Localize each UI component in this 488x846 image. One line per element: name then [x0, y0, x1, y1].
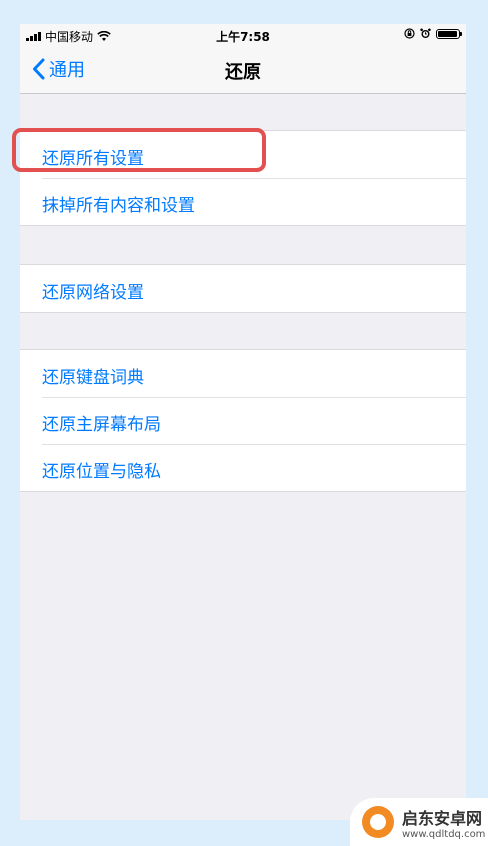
orientation-lock-icon — [404, 28, 415, 39]
status-time: 上午7:58 — [216, 30, 270, 44]
status-right — [404, 28, 462, 39]
phone-screen: 中国移动 上午7:58 通用 还原 还原所有设置 抹掉所有内容和设置 还原网络设… — [20, 24, 466, 820]
group-network: 还原网络设置 — [20, 264, 466, 313]
watermark-text: 启东安卓网 www.qdltdq.com — [402, 805, 485, 840]
alarm-icon — [420, 28, 431, 38]
cell-label: 还原键盘词典 — [42, 368, 144, 388]
cell-label: 还原网络设置 — [42, 283, 144, 303]
page-title: 还原 — [225, 62, 261, 83]
erase-all-content-button[interactable]: 抹掉所有内容和设置 — [20, 178, 466, 225]
status-bar: 中国移动 上午7:58 — [20, 24, 466, 46]
watermark-name: 启东安卓网 — [402, 808, 483, 828]
reset-home-screen-layout-button[interactable]: 还原主屏幕布局 — [20, 397, 466, 444]
watermark-logo — [362, 806, 394, 838]
reset-all-settings-button[interactable]: 还原所有设置 — [20, 131, 466, 178]
cell-label: 抹掉所有内容和设置 — [42, 196, 195, 216]
group-other-resets: 还原键盘词典 还原主屏幕布局 还原位置与隐私 — [20, 349, 466, 492]
cell-label: 还原主屏幕布局 — [42, 415, 161, 435]
cell-label: 还原所有设置 — [42, 149, 144, 169]
cell-label: 还原位置与隐私 — [42, 462, 161, 482]
group-reset-all: 还原所有设置 抹掉所有内容和设置 — [20, 130, 466, 226]
navigation-bar: 通用 还原 — [20, 46, 466, 94]
watermark: 启东安卓网 www.qdltdq.com — [350, 798, 488, 846]
battery-icon — [436, 28, 462, 39]
reset-network-settings-button[interactable]: 还原网络设置 — [20, 265, 466, 312]
watermark-url: www.qdltdq.com — [402, 828, 486, 840]
reset-keyboard-dictionary-button[interactable]: 还原键盘词典 — [20, 350, 466, 397]
reset-location-privacy-button[interactable]: 还原位置与隐私 — [20, 444, 466, 491]
